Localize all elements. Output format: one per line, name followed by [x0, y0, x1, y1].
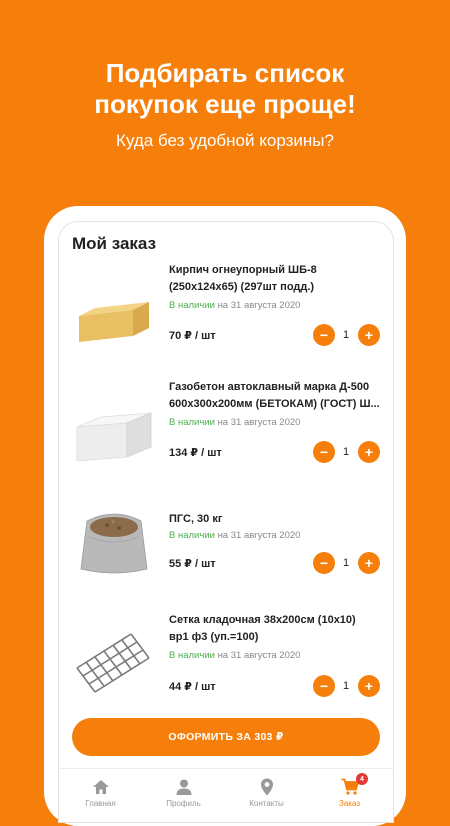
- item-name[interactable]: Сетка кладочная 38х200см (10х10) вр1 ф3 …: [169, 612, 384, 646]
- stock-status: В наличии: [169, 650, 215, 661]
- refractory-brick-image: [79, 302, 149, 342]
- stock-date: на 31 августа 2020: [217, 530, 301, 541]
- cart-count-badge: 4: [356, 773, 368, 785]
- stock-info: В наличии на 31 августа 2020: [169, 417, 300, 428]
- item-price: 70 ₽ / шт: [169, 330, 216, 342]
- quantity-value: 1: [342, 557, 350, 569]
- bottom-nav: Главная Профиль Контакты 4 Заказ: [59, 768, 393, 822]
- stock-date: на 31 августа 2020: [217, 417, 301, 428]
- stock-info: В наличии на 31 августа 2020: [169, 300, 300, 311]
- item-name[interactable]: Кирпич огнеупорный ШБ-8 (250х124х65) (29…: [169, 262, 384, 296]
- stock-date: на 31 августа 2020: [217, 650, 301, 661]
- stock-info: В наличии на 31 августа 2020: [169, 530, 300, 541]
- cart-item: Кирпич огнеупорный ШБ-8 (250х124х65) (29…: [59, 262, 393, 372]
- increase-quantity-button[interactable]: +: [358, 552, 380, 574]
- item-name-line2: 600х300х200мм (БЕТОКАМ) (ГОСТ) Ш...: [169, 398, 380, 410]
- quantity-value: 1: [342, 329, 350, 341]
- item-price: 44 ₽ / шт: [169, 681, 216, 693]
- nav-item-order[interactable]: 4 Заказ: [308, 769, 391, 822]
- decrease-quantity-button[interactable]: −: [313, 441, 335, 463]
- item-name-line1: ПГС, 30 кг: [169, 513, 223, 525]
- stock-info: В наличии на 31 августа 2020: [169, 650, 300, 661]
- cart-item: Газобетон автоклавный марка Д-500 600х30…: [59, 379, 393, 489]
- nav-label: Контакты: [249, 799, 284, 808]
- app-screen: Мой заказ Кирпич огнеупорный ШБ-8 (250х1…: [58, 221, 394, 823]
- decrease-quantity-button[interactable]: −: [313, 675, 335, 697]
- location-pin-icon: [261, 778, 273, 796]
- item-name-line1: Сетка кладочная 38х200см (10х10): [169, 614, 356, 626]
- decrease-quantity-button[interactable]: −: [313, 324, 335, 346]
- aerated-concrete-block-image: [76, 412, 152, 462]
- cart-item: ПГС, 30 кг В наличии на 31 августа 2020 …: [59, 507, 393, 617]
- stock-status: В наличии: [169, 300, 215, 311]
- increase-quantity-button[interactable]: +: [358, 675, 380, 697]
- item-name-line2: вр1 ф3 (уп.=100): [169, 631, 259, 643]
- masonry-mesh-image: [76, 633, 150, 693]
- home-icon: [93, 780, 109, 794]
- person-icon: [176, 779, 192, 795]
- item-price: 55 ₽ / шт: [169, 558, 216, 570]
- nav-item-contacts[interactable]: Контакты: [225, 769, 308, 822]
- cart-item: Сетка кладочная 38х200см (10х10) вр1 ф3 …: [59, 612, 393, 722]
- item-name-line2: (250х124х65) (297шт подд.): [169, 281, 315, 293]
- stock-status: В наличии: [169, 530, 215, 541]
- nav-label: Заказ: [339, 799, 360, 808]
- item-name-line1: Кирпич огнеупорный ШБ-8: [169, 264, 317, 276]
- page-title: Мой заказ: [72, 234, 157, 253]
- stock-date: на 31 августа 2020: [217, 300, 301, 311]
- nav-label: Главная: [85, 799, 116, 808]
- checkout-button[interactable]: ОФОРМИТЬ ЗА 303 ₽: [72, 718, 380, 756]
- promo-title-line1: Подбирать список: [105, 58, 345, 88]
- quantity-value: 1: [342, 680, 350, 692]
- item-price: 134 ₽ / шт: [169, 447, 222, 459]
- increase-quantity-button[interactable]: +: [358, 324, 380, 346]
- nav-item-home[interactable]: Главная: [59, 769, 142, 822]
- nav-item-profile[interactable]: Профиль: [142, 769, 225, 822]
- decrease-quantity-button[interactable]: −: [313, 552, 335, 574]
- quantity-value: 1: [342, 446, 350, 458]
- sand-gravel-bag-image: [80, 513, 148, 574]
- promo-title-line2: покупок еще проще!: [94, 89, 356, 119]
- increase-quantity-button[interactable]: +: [358, 441, 380, 463]
- item-name[interactable]: Газобетон автоклавный марка Д-500 600х30…: [169, 379, 384, 413]
- promo-subtitle: Куда без удобной корзины?: [116, 131, 334, 150]
- item-name[interactable]: ПГС, 30 кг: [169, 511, 384, 528]
- item-name-line1: Газобетон автоклавный марка Д-500: [169, 381, 370, 393]
- stock-status: В наличии: [169, 417, 215, 428]
- nav-label: Профиль: [166, 799, 201, 808]
- promo-title: Подбирать список покупок еще проще!: [0, 58, 450, 120]
